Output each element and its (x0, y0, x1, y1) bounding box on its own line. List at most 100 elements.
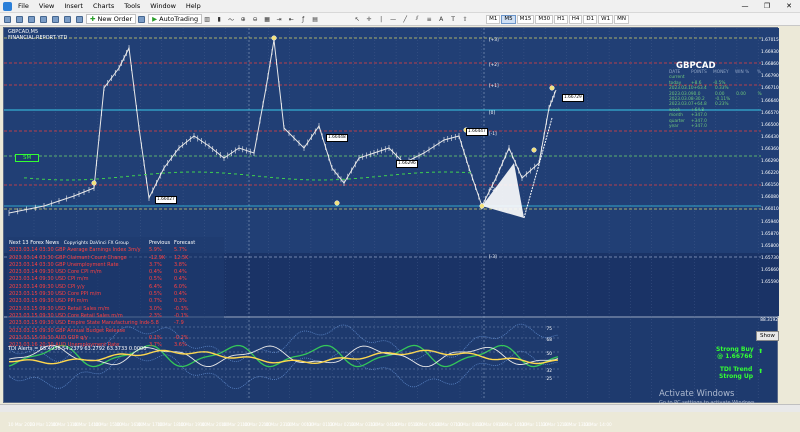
market-watch-icon[interactable] (26, 14, 36, 24)
fibonacci-icon[interactable]: ≡ (424, 14, 434, 24)
show-button[interactable]: Show (756, 331, 779, 341)
profiles-icon[interactable] (14, 14, 24, 24)
timeframe-m5[interactable]: M5 (501, 14, 516, 24)
new-chart-icon[interactable] (2, 14, 12, 24)
minimize-icon[interactable]: — (734, 2, 756, 10)
new-order-button[interactable]: ✚ New Order (86, 14, 137, 24)
zoom-in-icon[interactable]: ⊕ (238, 14, 248, 24)
news-row: 2023.03.15 09:30 USD Core PPI m/m 0.5% 0.4… (9, 291, 224, 298)
price-axis-label: 1.65800 (761, 243, 779, 249)
trendline-icon[interactable]: ╱ (400, 14, 410, 24)
news-row: 2023.03.14 03:30 GBP Claimant Count Chan… (9, 255, 224, 262)
autotrading-icon: ▶ (152, 15, 158, 23)
news-fore: 0.4% (174, 276, 187, 283)
price-axis-label: 1.66290 (761, 159, 779, 164)
timeframe-mn[interactable]: MN (614, 14, 629, 24)
news-name: 2023.03.15 09:30 GBP Annual Budget Relea… (9, 327, 126, 334)
news-name: 2023.03.14 09:30 USD Core CPI m/m (9, 269, 102, 276)
stats-cell: +347.0 (691, 124, 707, 130)
price-axis-label: 1.66930 (761, 50, 779, 56)
maximize-icon[interactable]: ❐ (756, 2, 778, 10)
stats-row: year +347.0 (669, 124, 779, 129)
news-prev: 0.5% (149, 276, 162, 283)
data-window-icon[interactable] (38, 14, 48, 24)
stats-cell: year (669, 124, 679, 130)
menu-file[interactable]: File (18, 2, 29, 10)
news-title: Next 13 Forex News Copyrights DaVinci FX… (9, 240, 149, 247)
news-row: 2023.03.14 03:30 GBP Unemployment Rate 3.… (9, 262, 224, 269)
news-prev: 3.7% (149, 342, 162, 349)
news-fore: 3.8% (174, 261, 187, 268)
text-icon[interactable]: A (436, 14, 446, 24)
templates-icon[interactable]: ▤ (310, 14, 320, 24)
news-fore: -0.3% (174, 305, 189, 312)
timeframe-d1[interactable]: D1 (583, 14, 598, 24)
meta-editor-icon[interactable] (136, 14, 146, 24)
news-prev: -5.8 (149, 320, 159, 327)
chart-window[interactable]: GBPCAD,M5 FINANCIAL REPORT YTD GBPCAD SM… (3, 27, 779, 428)
price-axis-label: 1.66360 (761, 146, 779, 152)
vertical-line-icon[interactable]: | (376, 14, 386, 24)
label-icon[interactable]: T (448, 14, 458, 24)
timeframe-h1[interactable]: H1 (554, 14, 568, 24)
zoom-out-icon[interactable]: ⊖ (250, 14, 260, 24)
indicators-icon[interactable]: ƒ (298, 14, 308, 24)
timeframe-m1[interactable]: M1 (486, 14, 501, 24)
menu-tools[interactable]: Tools (124, 2, 140, 10)
signal-tdi-trend-line1: TDI Trend (719, 366, 753, 373)
news-fore: 0.3% (174, 298, 187, 305)
timeframe-bar: M1 M5 M15 M30 H1 H4 D1 W1 MN (486, 14, 630, 24)
news-fore: -0.2% (174, 334, 189, 341)
menu-help[interactable]: Help (186, 2, 201, 10)
close-icon[interactable]: ✕ (778, 2, 800, 10)
news-prev (149, 328, 174, 335)
up-arrow-icon: ⬆ (758, 348, 764, 355)
tile-icon[interactable]: ▦ (262, 14, 272, 24)
level-label: [-1] (489, 132, 497, 137)
news-name: 2023.03.15 09:30 AUD GDP q/y (9, 334, 88, 341)
channel-icon[interactable]: ⫽ (412, 14, 422, 24)
level-label: [-3] (489, 255, 497, 260)
news-prev-header: Previous (149, 240, 171, 246)
price-axis-label: 1.65660 (761, 267, 779, 273)
timeframe-w1[interactable]: W1 (598, 14, 614, 24)
navigator-icon[interactable] (50, 14, 60, 24)
news-prev: 0.4% (149, 269, 162, 276)
news-row: 2023.03.15 09:30 USD Retail Sales m/m 3.0… (9, 306, 224, 313)
news-name: 2023.03.14 03:30 GBP Average Earnings In… (9, 247, 141, 254)
autotrading-button[interactable]: ▶ AutoTrading (148, 14, 203, 24)
timeframe-m15[interactable]: M15 (516, 14, 535, 24)
tester-icon[interactable] (74, 14, 84, 24)
signal-strong-buy: Strong Buy @ 1.66766 (716, 346, 754, 360)
autoscroll-icon[interactable]: ⇥ (274, 14, 284, 24)
timeframe-h4[interactable]: H4 (568, 14, 583, 24)
news-fore: -0.1% (174, 312, 189, 319)
line-chart-icon[interactable]: 〜 (226, 14, 236, 24)
status-bar (0, 404, 800, 412)
news-prev: 0.1% (149, 334, 162, 341)
bar-chart-icon[interactable]: ▥ (202, 14, 212, 24)
horizontal-line-icon[interactable]: — (388, 14, 398, 24)
news-fore: 3.6% (174, 342, 187, 349)
news-fore: 5.7% (174, 247, 187, 254)
menu-insert[interactable]: Insert (64, 2, 83, 10)
chart-shift-icon[interactable]: ⇤ (286, 14, 296, 24)
menu-view[interactable]: View (39, 2, 54, 10)
cursor-icon[interactable]: ↖ (352, 14, 362, 24)
news-fore-header: Forecast (174, 240, 196, 246)
arrows-icon[interactable]: ⇧ (460, 14, 470, 24)
indicator-label: TDI Alerts = 65.4936 54.2379 63.2792 63.… (8, 346, 147, 352)
news-header: Next 13 Forex News Copyrights DaVinci FX… (9, 240, 224, 247)
price-axis-label: 1.66220 (761, 171, 779, 177)
timeframe-m30[interactable]: M30 (535, 14, 554, 24)
price-box: 1.66729 (562, 94, 584, 102)
signal-strong-buy-line1: Strong Buy (716, 346, 754, 353)
price-axis-label: 1.66080 (761, 195, 779, 201)
crosshair-icon[interactable]: ✛ (364, 14, 374, 24)
oscillator-axis-label: 88.3192 (760, 318, 778, 323)
menu-window[interactable]: Window (150, 2, 176, 10)
terminal-icon[interactable] (62, 14, 72, 24)
menu-charts[interactable]: Charts (93, 2, 114, 10)
news-name: 2023.03.14 09:30 USD CPI y/y (9, 283, 85, 290)
candle-chart-icon[interactable]: ▮ (214, 14, 224, 24)
